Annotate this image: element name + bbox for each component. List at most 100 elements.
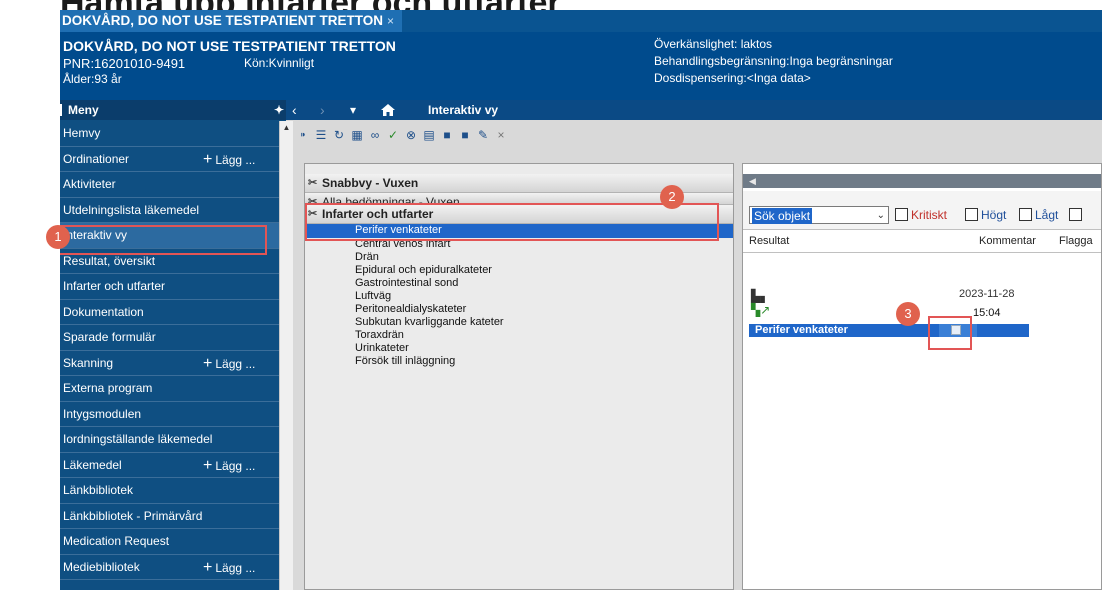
view-title: Interaktiv vy: [428, 103, 499, 117]
menu-marker: [60, 104, 62, 116]
sidebar-item-hemvy[interactable]: Hemvy: [60, 121, 286, 147]
sidebar-item-label: Medication Request: [63, 534, 170, 548]
highlight-box-interaktiv-vy: [60, 225, 267, 255]
patient-info: Överkänslighet: laktos Behandlingsbegrän…: [654, 36, 893, 87]
trend-icon[interactable]: ▚↗: [751, 303, 770, 317]
sidebar-item-skanning[interactable]: Skanning + Lägg ...: [60, 351, 286, 377]
sidebar-item-externa-program[interactable]: Externa program: [60, 376, 286, 402]
checkbox-box: [965, 208, 978, 221]
square-icon[interactable]: ■: [440, 128, 454, 142]
sidebar-item-medication-request[interactable]: Medication Request: [60, 529, 286, 555]
sidebar-item-lankbibliotek[interactable]: Länkbibliotek: [60, 478, 286, 504]
sidebar-item-label: Infarter och utfarter: [63, 279, 166, 293]
back-button[interactable]: ‹: [292, 100, 297, 120]
sign-icon[interactable]: ✓: [386, 128, 400, 142]
table-icon[interactable]: ☰: [314, 128, 328, 142]
add-button[interactable]: + Lägg ...: [203, 555, 255, 581]
add-button[interactable]: + Lägg ...: [203, 453, 255, 479]
sidebar-item-intygsmodulen[interactable]: Intygsmodulen: [60, 402, 286, 427]
dispensing-info: Dosdispensering:<Inga data>: [654, 71, 811, 85]
chevron-down-icon[interactable]: ⌄: [877, 207, 885, 225]
checkbox-box: [1069, 208, 1082, 221]
column-header-kommentar[interactable]: Kommentar: [979, 230, 1036, 252]
tree-item[interactable]: Drän: [305, 251, 733, 264]
highlight-box-cell: [928, 316, 972, 350]
column-header-flagga[interactable]: Flagga: [1059, 230, 1093, 252]
checkbox-box: [1019, 208, 1032, 221]
sidebar-item-lakemedel[interactable]: Läkemedel + Lägg ...: [60, 453, 286, 479]
close-icon[interactable]: ×: [494, 128, 508, 142]
tree-item[interactable]: Epidural och epiduralkateter: [305, 264, 733, 277]
patient-sex: Kön:Kvinnligt: [244, 56, 315, 70]
menu-list: Hemvy Ordinationer + Lägg ... Aktiviteter …: [60, 121, 286, 580]
sidebar-item-label: Mediebibliotek: [63, 559, 140, 574]
tree-item[interactable]: Gastrointestinal sond: [305, 277, 733, 290]
sidebar-item-infarter[interactable]: Infarter och utfarter: [60, 274, 286, 300]
sidebar-item-utdelningslista[interactable]: Utdelningslista läkemedel: [60, 198, 286, 223]
sidebar-item-mediebibliotek[interactable]: Mediebibliotek + Lägg ...: [60, 555, 286, 581]
sidebar-item-label: Utdelningslista läkemedel: [63, 202, 200, 217]
patient-pnr: PNR:16201010-9491: [63, 56, 186, 71]
sidebar-item-label: Läkemedel: [63, 457, 122, 472]
app-window: DOKVÅRD, DO NOT USE TESTPATIENT TRETTON ×…: [60, 10, 1102, 590]
sidebar-item-dokumentation[interactable]: Dokumentation: [60, 300, 286, 325]
patient-age: Ålder:93 år: [63, 72, 122, 86]
square-icon[interactable]: ■: [458, 128, 472, 142]
plus-icon: +: [203, 558, 213, 576]
sidebar-item-label: Hemvy: [63, 126, 101, 140]
result-row-label: Perifer venkateter: [755, 324, 848, 336]
add-button[interactable]: + Lägg ...: [203, 147, 255, 173]
checkbox-hogt[interactable]: Högt: [965, 208, 1006, 222]
refresh-icon[interactable]: ↻: [332, 128, 346, 142]
connect-icon[interactable]: ⁍: [296, 128, 310, 142]
sidebar-item-label: Intygsmodulen: [63, 406, 142, 421]
sidebar-item-label: Resultat, översikt: [63, 253, 156, 268]
column-header-row: Resultat Kommentar Flagga: [743, 230, 1101, 253]
tree-item[interactable]: Peritonealdialyskateter: [305, 303, 733, 316]
flowsheet-pane: ◀ Sök objekt ⌄ Kritiskt Högt Lågt Result…: [742, 163, 1102, 590]
patient-banner: DOKVÅRD, DO NOT USE TESTPATIENT TRETTON …: [60, 32, 1102, 102]
sidebar-item-sparade-formular[interactable]: Sparade formulär: [60, 325, 286, 351]
add-button[interactable]: + Lägg ...: [203, 351, 255, 377]
sidebar-item-ordinationer[interactable]: Ordinationer + Lägg ...: [60, 147, 286, 173]
tree-item[interactable]: Urinkateter: [305, 342, 733, 355]
glasses-icon[interactable]: ∞: [368, 128, 382, 142]
checkbox-more[interactable]: [1069, 208, 1085, 222]
sidebar-item-label: Ordinationer: [63, 151, 130, 166]
column-header-resultat[interactable]: Resultat: [749, 230, 789, 252]
home-icon[interactable]: [380, 100, 396, 122]
grid-icon[interactable]: ▦: [350, 128, 364, 142]
tree-item[interactable]: Försök till inläggning: [305, 355, 733, 368]
sidebar-item-lankbibliotek-primarvard[interactable]: Länkbibliotek - Primärvård: [60, 504, 286, 529]
allergy-info: Överkänslighet: laktos: [654, 37, 773, 51]
checkbox-kritiskt[interactable]: Kritiskt: [895, 208, 947, 222]
sidebar-item-iordningstallande[interactable]: Iordningställande läkemedel: [60, 427, 286, 453]
sidebar-item-aktiviteter[interactable]: Aktiviteter: [60, 172, 286, 198]
tree-item[interactable]: Subkutan kvarliggande kateter: [305, 316, 733, 329]
tree-item[interactable]: Toraxdrän: [305, 329, 733, 342]
scroll-up-icon[interactable]: ▲: [280, 121, 293, 135]
history-dropdown[interactable]: ▾: [350, 100, 356, 120]
search-select[interactable]: Sök objekt ⌄: [749, 206, 889, 224]
tab-patient[interactable]: DOKVÅRD, DO NOT USE TESTPATIENT TRETTON ×: [60, 10, 403, 32]
pin-icon[interactable]: ✦: [274, 100, 284, 120]
sidebar-item-label: Länkbibliotek - Primärvård: [63, 508, 203, 523]
forward-button[interactable]: ›: [320, 100, 325, 120]
tree-item[interactable]: Luftväg: [305, 290, 733, 303]
tab-bar: DOKVÅRD, DO NOT USE TESTPATIENT TRETTON ×: [60, 10, 1102, 32]
bar-chart-icon[interactable]: ▙▖: [751, 289, 770, 303]
sidebar-scrollbar[interactable]: ▲: [279, 121, 293, 590]
sidebar-menu: Meny ✦ Hemvy Ordinationer + Lägg ... Aktiv…: [60, 100, 286, 590]
sidebar-item-label: Dokumentation: [63, 304, 144, 319]
result-row-perifer-venkateter[interactable]: Perifer venkateter: [749, 324, 1029, 337]
menu-header: Meny ✦: [60, 100, 286, 120]
column-time: 15:04: [973, 307, 1001, 319]
edit-icon[interactable]: ✎: [476, 128, 490, 142]
content-navbar: ‹ › ▾ Interaktiv vy: [286, 100, 1102, 120]
checkbox-lagt[interactable]: Lågt: [1019, 208, 1058, 222]
cancel-icon[interactable]: ⊗: [404, 128, 418, 142]
sidebar-item-label: Iordningställande läkemedel: [63, 432, 213, 446]
chevron-left-icon[interactable]: ◀: [749, 174, 756, 188]
save-icon[interactable]: ▤: [422, 128, 436, 142]
close-icon[interactable]: ×: [387, 14, 394, 28]
